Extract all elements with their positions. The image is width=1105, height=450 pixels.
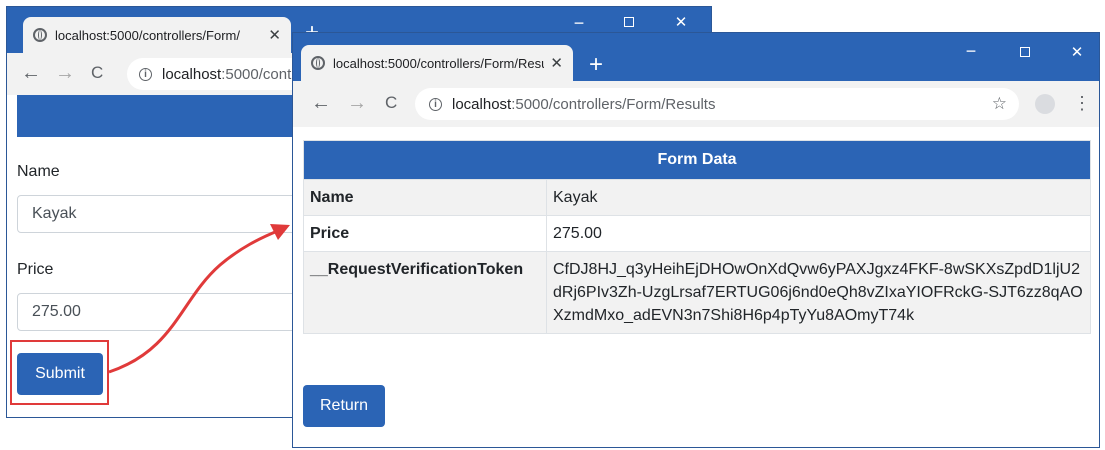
front-browser-window: localhost:5000/controllers/Form/Results … <box>292 32 1100 448</box>
menu-icon[interactable]: ⋮ <box>1073 93 1091 113</box>
minimize-icon[interactable]: − <box>569 14 589 32</box>
back-arrow-icon[interactable]: ← <box>21 63 41 83</box>
front-tab-title: localhost:5000/controllers/Form/Results <box>333 55 545 71</box>
price-label: Price <box>17 261 54 278</box>
row-value: 275.00 <box>546 215 1091 252</box>
reload-icon[interactable]: C <box>385 93 397 113</box>
table-row: __RequestVerificationToken CfDJ8HJ_q3yHe… <box>303 251 1091 334</box>
back-tab[interactable]: localhost:5000/controllers/Form/ ✕ <box>23 17 291 53</box>
forward-arrow-icon[interactable]: → <box>55 63 75 83</box>
table-header: Form Data <box>303 140 1091 180</box>
close-icon[interactable]: ✕ <box>550 54 563 72</box>
address-host: localhost <box>162 65 222 83</box>
forward-arrow-icon[interactable]: → <box>347 93 367 113</box>
row-key: __RequestVerificationToken <box>303 251 547 334</box>
front-page-content: Form Data Name Kayak Price 275.00 __Requ… <box>293 127 1099 447</box>
row-key: Name <box>303 179 547 216</box>
return-button[interactable]: Return <box>303 385 385 427</box>
submit-highlight-box <box>10 340 109 405</box>
window-close-icon[interactable]: ✕ <box>1067 45 1087 61</box>
row-value: Kayak <box>546 179 1091 216</box>
close-icon[interactable]: ✕ <box>268 26 281 44</box>
table-row: Price 275.00 <box>303 215 1091 252</box>
globe-icon <box>311 56 325 70</box>
table-row: Name Kayak <box>303 179 1091 216</box>
back-tab-title: localhost:5000/controllers/Form/ <box>55 27 240 43</box>
back-arrow-icon[interactable]: ← <box>311 93 331 113</box>
star-icon[interactable]: ☆ <box>992 94 1007 114</box>
front-tab[interactable]: localhost:5000/controllers/Form/Results … <box>301 45 573 81</box>
globe-icon <box>33 28 47 42</box>
minimize-icon[interactable]: − <box>961 42 981 60</box>
address-path: :5000/controllers/Form/Results <box>511 95 716 113</box>
row-value: CfDJ8HJ_q3yHeihEjDHOwOnXdQvw6yPAXJgxz4FK… <box>546 251 1091 334</box>
row-key: Price <box>303 215 547 252</box>
address-host: localhost <box>452 95 512 113</box>
front-address-bar[interactable]: i localhost:5000/controllers/Form/Result… <box>415 88 1019 120</box>
maximize-icon[interactable] <box>1015 45 1035 61</box>
profile-avatar[interactable] <box>1035 94 1055 114</box>
info-icon[interactable]: i <box>429 97 442 111</box>
window-close-icon[interactable]: ✕ <box>671 15 691 31</box>
name-label: Name <box>17 163 60 180</box>
maximize-icon[interactable] <box>619 15 639 31</box>
new-tab-icon[interactable]: + <box>589 53 603 77</box>
front-toolbar: ← → C i localhost:5000/controllers/Form/… <box>293 81 1099 127</box>
form-data-table: Form Data Name Kayak Price 275.00 __Requ… <box>303 140 1091 334</box>
reload-icon[interactable]: C <box>91 63 103 83</box>
info-icon[interactable]: i <box>139 67 152 81</box>
